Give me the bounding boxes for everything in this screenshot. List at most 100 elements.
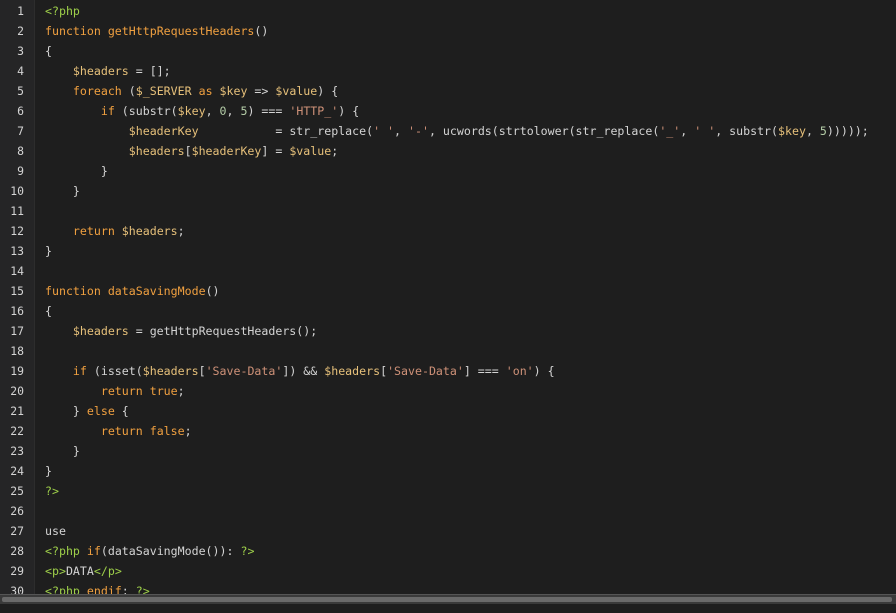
code-token: $key (778, 124, 806, 138)
code-token: ) === (247, 104, 290, 118)
code-line[interactable]: 4 $headers = []; (0, 61, 896, 81)
code-line[interactable]: 17 $headers = getHttpRequestHeaders(); (0, 321, 896, 341)
code-token: ) { (317, 84, 339, 98)
code-line[interactable]: 29 <p>DATA</p> (0, 561, 896, 581)
code-line[interactable]: 13} (0, 241, 896, 261)
code-text: } (45, 461, 52, 481)
code-line[interactable]: 11 (0, 201, 896, 221)
code-token: function (45, 24, 108, 38)
code-line[interactable]: 24} (0, 461, 896, 481)
line-number: 27 (10, 524, 24, 538)
code-line[interactable]: 16 { (0, 301, 896, 321)
code-token: ; (177, 224, 185, 238)
code-editor[interactable]: 1 <?php 2 function getHttpRequestHeaders() 3… (0, 0, 896, 604)
line-number: 10 (10, 184, 24, 198)
code-text: } else { (45, 401, 129, 421)
code-text: if (isset($headers['Save-Data']) && $hea… (45, 361, 555, 381)
code-line[interactable]: 8 $headers[$headerKey] = $value; (0, 141, 896, 161)
code-line[interactable]: 2 function getHttpRequestHeaders() (0, 21, 896, 41)
code-token: ] = (261, 144, 290, 158)
code-line[interactable]: 20 return true; (0, 381, 896, 401)
code-token: , ucwords(strtolower(str_replace( (428, 124, 660, 138)
code-line[interactable]: 12 return $headers; (0, 221, 896, 241)
code-token: (dataSavingMode()): (100, 544, 241, 558)
code-token: , (805, 124, 820, 138)
code-token: $key (177, 104, 206, 118)
scrollbar-thumb[interactable] (2, 597, 892, 602)
code-line[interactable]: 1 <?php (0, 1, 896, 21)
code-line[interactable]: 7 $headerKey = str_replace(' ', '-', ucw… (0, 121, 896, 141)
code-token: [ (380, 364, 388, 378)
code-token: ) { (533, 364, 555, 378)
code-line[interactable]: 15 function dataSavingMode() (0, 281, 896, 301)
code-token: $headers (142, 364, 199, 378)
code-token: return (100, 384, 143, 398)
code-token: if (72, 364, 87, 378)
code-text: <p>DATA</p> (45, 561, 122, 581)
code-token: $headers (72, 64, 129, 78)
code-token: ; (184, 424, 192, 438)
code-token: foreach (72, 84, 122, 98)
code-line[interactable]: 21 } else { (0, 401, 896, 421)
code-token: else (86, 404, 115, 418)
code-text: <?php if(dataSavingMode()): ?> (45, 541, 254, 561)
code-token: [ (184, 144, 192, 158)
code-token: $value (289, 144, 332, 158)
code-line[interactable]: 14 (0, 261, 896, 281)
code-line[interactable]: 19 if (isset($headers['Save-Data']) && $… (0, 361, 896, 381)
code-token: () (205, 284, 220, 298)
line-number: 11 (10, 204, 24, 218)
code-token: , substr( (715, 124, 779, 138)
line-number: 26 (10, 504, 24, 518)
code-token: ]) && (282, 364, 325, 378)
code-text: return true; (45, 381, 185, 401)
code-line[interactable]: 6 if (substr($key, 0, 5) === 'HTTP_') { (0, 101, 896, 121)
code-line[interactable]: 25 ?> (0, 481, 896, 501)
code-text: use (45, 521, 66, 541)
code-line[interactable]: 23 } (0, 441, 896, 461)
code-line[interactable]: 18 (0, 341, 896, 361)
code-token: <?php (45, 544, 80, 558)
code-token: } (45, 164, 108, 178)
code-token: 0 (219, 104, 227, 118)
code-line[interactable]: 10 } (0, 181, 896, 201)
code-token: = str_replace( (198, 124, 374, 138)
code-token: ) { (338, 104, 360, 118)
code-token: ?> (45, 484, 59, 498)
code-line[interactable]: 28 <?php if(dataSavingMode()): ?> (0, 541, 896, 561)
code-token: } (45, 404, 87, 418)
code-text: return false; (45, 421, 192, 441)
code-token: return (72, 224, 115, 238)
code-token: return (100, 424, 143, 438)
code-lines[interactable]: 1 <?php 2 function getHttpRequestHeaders() 3… (0, 1, 896, 601)
code-text: <?php (45, 1, 80, 21)
code-line[interactable]: 9 } (0, 161, 896, 181)
code-line[interactable]: 3{ (0, 41, 896, 61)
code-token: { (45, 304, 52, 318)
code-line[interactable]: 22 return false; (0, 421, 896, 441)
code-token: , (680, 124, 695, 138)
code-token: (isset( (86, 364, 143, 378)
horizontal-scrollbar[interactable] (0, 594, 896, 604)
code-line[interactable]: 27 use (0, 521, 896, 541)
code-text: $headers = getHttpRequestHeaders(); (45, 321, 317, 341)
code-token: $headerKey (128, 124, 199, 138)
code-line[interactable]: 26 (0, 501, 896, 521)
code-token: $headers (324, 364, 381, 378)
code-token: 5 (819, 124, 827, 138)
code-token: '_' (659, 124, 681, 138)
line-number: 9 (17, 164, 24, 178)
code-token: = []; (128, 64, 171, 78)
code-token: { (114, 404, 129, 418)
code-token: $value (275, 84, 318, 98)
line-number: 15 (10, 284, 24, 298)
line-number: 8 (17, 144, 24, 158)
code-line[interactable]: 5 foreach ($_SERVER as $key => $value) { (0, 81, 896, 101)
